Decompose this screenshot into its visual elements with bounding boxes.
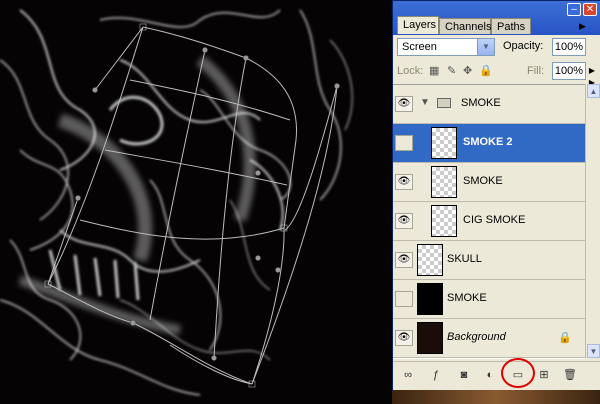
visibility-eye-icon[interactable]: 👁: [395, 213, 413, 229]
fill-label: Fill:: [527, 65, 545, 77]
fill-input[interactable]: 100%: [552, 62, 586, 80]
expand-triangle-icon[interactable]: ▼: [420, 97, 430, 108]
lock-paint-icon[interactable]: ✎: [447, 64, 456, 77]
layer-name: SKULL: [447, 253, 482, 265]
fill-arrow-icon[interactable]: ▶: [587, 62, 597, 80]
new-layer-icon[interactable]: ⊞: [537, 369, 551, 382]
canvas-background-strip: [392, 390, 600, 404]
layer-background[interactable]: 👁 Background 🔒: [393, 319, 585, 358]
layer-thumbnail: [417, 322, 443, 354]
layer-smoke-2[interactable]: SMOKE 2: [393, 124, 585, 163]
layer-group-smoke[interactable]: 👁 ▼ SMOKE: [393, 85, 585, 124]
layer-name: SMOKE: [463, 175, 503, 187]
layer-name: SMOKE: [447, 292, 487, 304]
lock-move-icon[interactable]: ✥: [463, 64, 472, 77]
folder-icon: [437, 98, 451, 108]
visibility-eye-icon[interactable]: 👁: [395, 96, 413, 112]
adjustment-icon[interactable]: ◐: [483, 369, 497, 382]
layers-panel: – ✕ Layers Channels Paths ▶ Screen ▼ Opa…: [392, 0, 600, 390]
layer-thumbnail: [431, 166, 457, 198]
tab-channels[interactable]: Channels: [439, 18, 491, 34]
visibility-toggle[interactable]: [395, 291, 413, 307]
mask-icon[interactable]: ◙: [457, 369, 471, 382]
layer-thumbnail: [431, 205, 457, 237]
visibility-eye-icon[interactable]: 👁: [395, 330, 413, 346]
panel-menu-icon[interactable]: ▶: [579, 21, 586, 32]
lock-label: Lock:: [397, 65, 424, 77]
blend-mode-value: Screen: [402, 41, 437, 53]
lock-all-icon[interactable]: 🔒: [479, 64, 493, 77]
layer-skull[interactable]: 👁 SKULL: [393, 241, 585, 280]
layer-name: SMOKE: [461, 97, 501, 109]
fx-icon[interactable]: ƒ: [429, 369, 443, 382]
tab-paths[interactable]: Paths: [491, 18, 531, 34]
panel-bottom-toolbar: ∞ ƒ ◙ ◐ ▭ ⊞ 🗑: [393, 361, 600, 390]
layer-name: SMOKE 2: [463, 136, 513, 148]
opacity-input[interactable]: 100%: [552, 38, 586, 56]
lock-transparency-icon[interactable]: ▦: [429, 64, 439, 77]
highlight-circle: [501, 358, 535, 388]
visibility-eye-icon[interactable]: 👁: [395, 252, 413, 268]
layers-scrollbar[interactable]: ▲ ▼: [585, 84, 600, 358]
visibility-toggle[interactable]: [395, 135, 413, 151]
trash-icon[interactable]: 🗑: [563, 369, 577, 382]
layers-list: 👁 ▼ SMOKE SMOKE 2 👁 SMOKE 👁 CIG SMOKE 👁 …: [393, 84, 585, 359]
visibility-eye-icon[interactable]: 👁: [395, 174, 413, 190]
scroll-up-icon[interactable]: ▲: [587, 84, 600, 98]
lock-icon: 🔒: [558, 332, 572, 344]
layer-smoke[interactable]: 👁 SMOKE: [393, 163, 585, 202]
link-icon[interactable]: ∞: [401, 369, 415, 382]
layer-thumbnail: [417, 244, 443, 276]
layer-name: CIG SMOKE: [463, 214, 526, 226]
opacity-label: Opacity:: [503, 40, 544, 52]
blend-mode-select[interactable]: Screen ▼: [397, 38, 495, 56]
minimize-button[interactable]: –: [567, 3, 581, 16]
close-button[interactable]: ✕: [583, 3, 597, 16]
layer-smoke-bottom[interactable]: SMOKE: [393, 280, 585, 319]
layer-thumbnail: [417, 283, 443, 315]
scroll-down-icon[interactable]: ▼: [587, 344, 600, 358]
chevron-down-icon[interactable]: ▼: [477, 39, 494, 55]
layer-cig-smoke[interactable]: 👁 CIG SMOKE: [393, 202, 585, 241]
panel-titlebar[interactable]: – ✕ Layers Channels Paths ▶: [393, 1, 600, 35]
tab-layers[interactable]: Layers: [397, 16, 439, 34]
layer-name: Background: [447, 331, 506, 343]
layer-thumbnail: [431, 127, 457, 159]
